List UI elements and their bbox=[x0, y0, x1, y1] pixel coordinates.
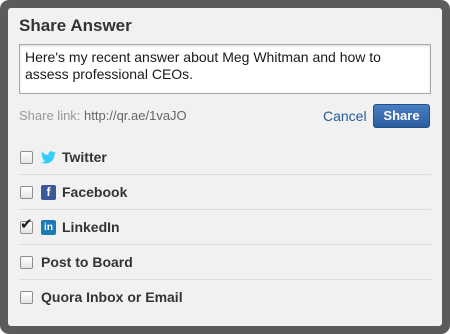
share-answer-dialog: Share Answer Here's my recent answer abo… bbox=[8, 8, 442, 326]
share-link-url: http://qr.ae/1vaJO bbox=[84, 108, 187, 123]
post-to-board-label: Post to Board bbox=[41, 254, 133, 270]
option-twitter[interactable]: Twitter bbox=[19, 140, 431, 175]
dialog-title: Share Answer bbox=[19, 16, 132, 35]
dialog-frame: Share Answer Here's my recent answer abo… bbox=[0, 0, 450, 334]
share-link-label: Share link: bbox=[19, 108, 81, 123]
post-to-board-checkbox[interactable] bbox=[20, 255, 33, 269]
linkedin-label: LinkedIn bbox=[62, 219, 120, 235]
facebook-label: Facebook bbox=[62, 184, 128, 200]
twitter-icon bbox=[41, 150, 56, 165]
share-link: Share link: http://qr.ae/1vaJO bbox=[19, 108, 187, 123]
share-options-list: Twitter f Facebook ✔ in LinkedIn Post to… bbox=[19, 140, 431, 314]
share-message-input[interactable]: Here's my recent answer about Meg Whitma… bbox=[19, 44, 431, 94]
cancel-button[interactable]: Cancel bbox=[323, 108, 367, 124]
option-quora-inbox-email[interactable]: Quora Inbox or Email bbox=[19, 280, 431, 314]
share-button[interactable]: Share bbox=[373, 104, 430, 128]
option-facebook[interactable]: f Facebook bbox=[19, 175, 431, 210]
quora-inbox-email-checkbox[interactable] bbox=[20, 290, 33, 304]
option-post-to-board[interactable]: Post to Board bbox=[19, 245, 431, 280]
linkedin-icon: in bbox=[41, 219, 56, 235]
option-linkedin[interactable]: ✔ in LinkedIn bbox=[19, 210, 431, 245]
quora-inbox-email-label: Quora Inbox or Email bbox=[41, 289, 183, 305]
linkedin-checkbox[interactable]: ✔ bbox=[20, 216, 33, 234]
twitter-checkbox[interactable] bbox=[20, 150, 33, 164]
twitter-label: Twitter bbox=[62, 149, 107, 165]
facebook-checkbox[interactable] bbox=[20, 185, 33, 199]
checkmark-icon: ✔ bbox=[20, 214, 33, 233]
facebook-icon: f bbox=[41, 184, 56, 200]
